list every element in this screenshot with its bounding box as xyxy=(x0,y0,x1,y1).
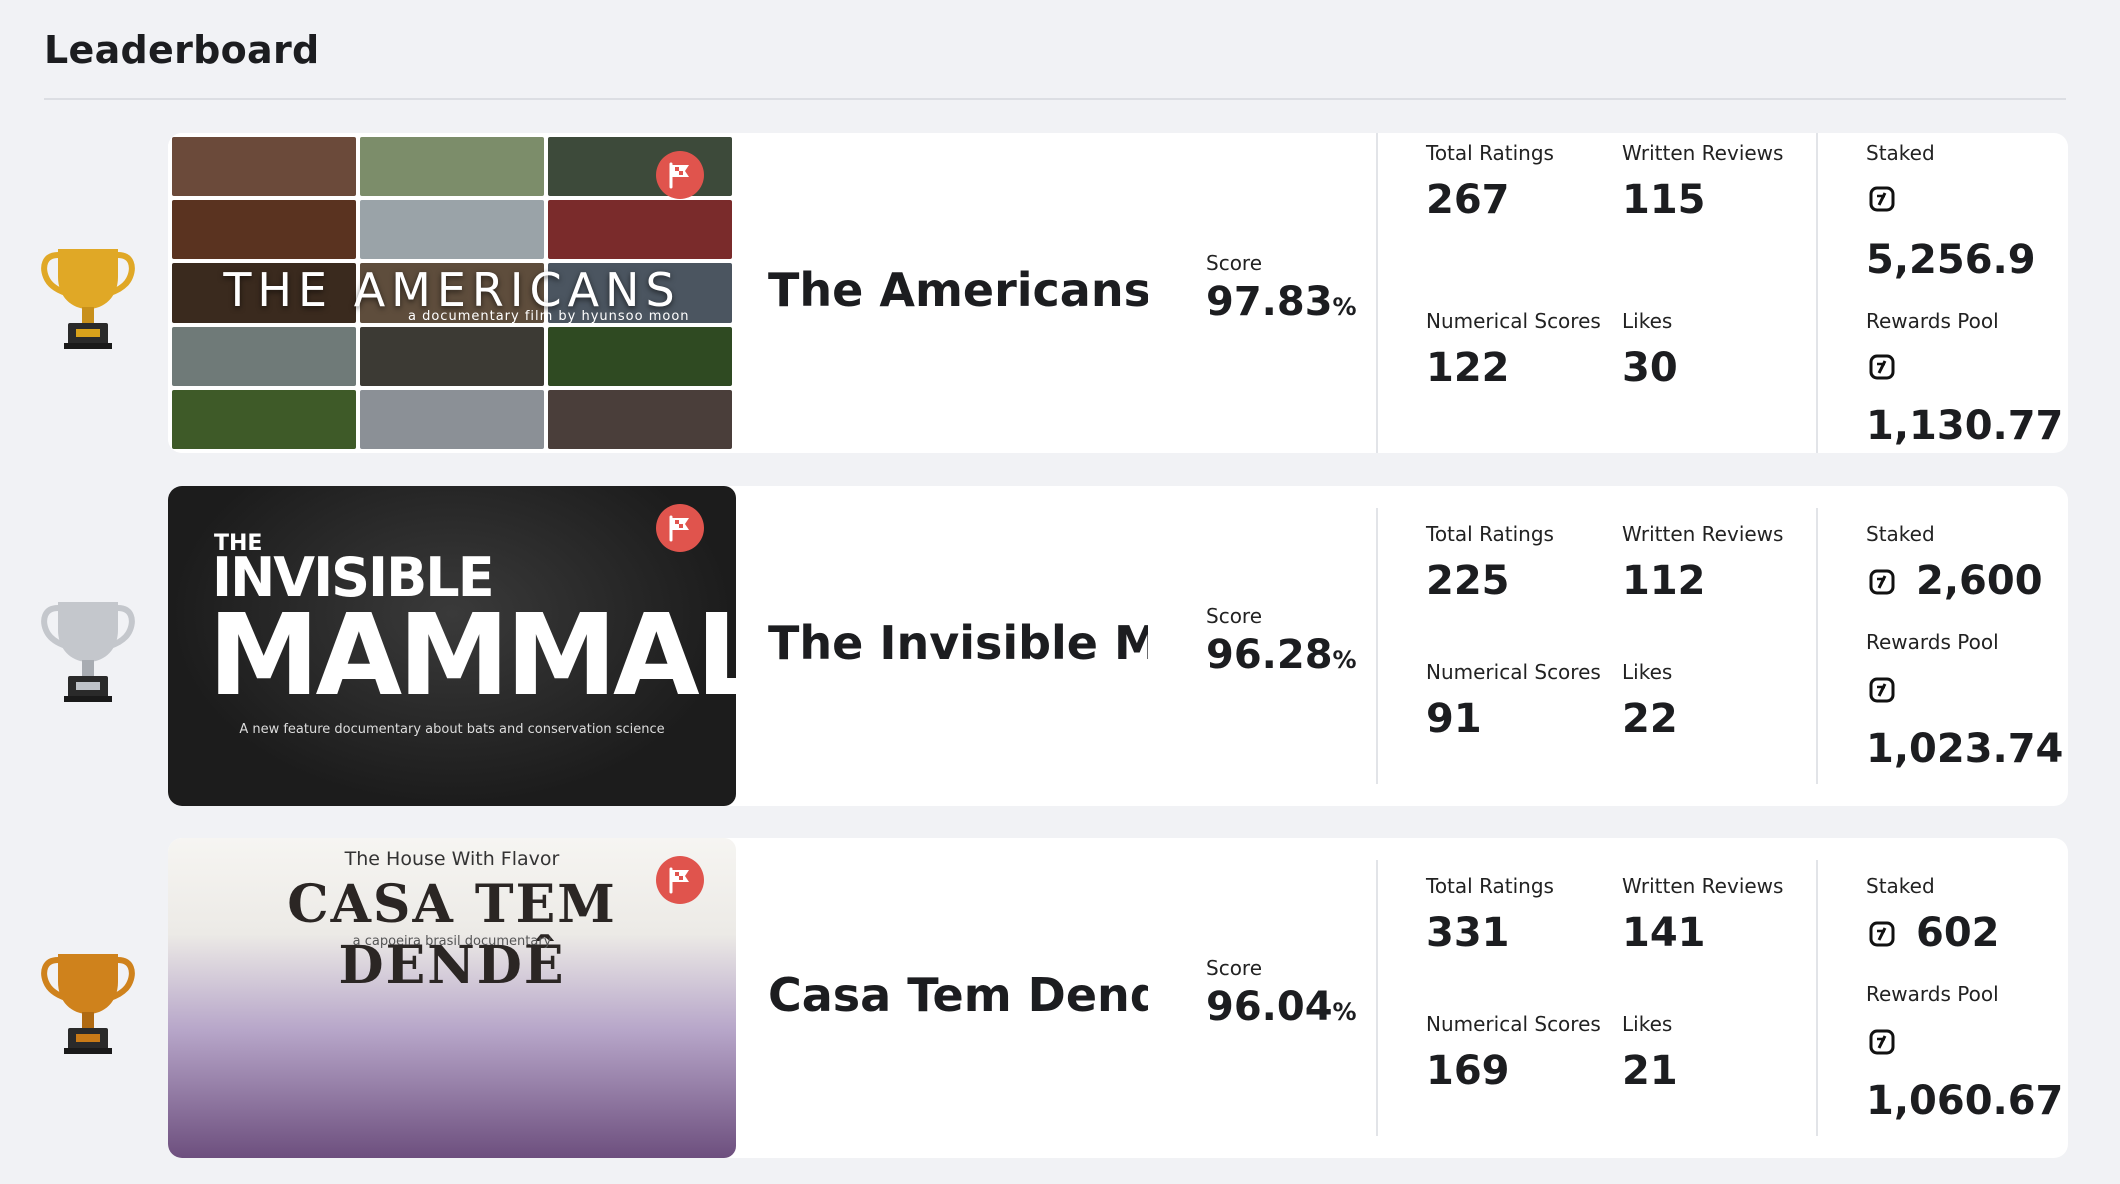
page-title: Leaderboard xyxy=(44,28,320,72)
score-number: 97.83 xyxy=(1206,279,1333,325)
report-flag-button[interactable] xyxy=(656,151,704,199)
poster-line2-text: MAMMAL xyxy=(208,591,736,721)
gold-trophy-icon xyxy=(41,249,135,349)
report-flag-button[interactable] xyxy=(656,504,704,552)
likes-value: 30 xyxy=(1622,345,1678,391)
percent-sign: % xyxy=(1332,998,1357,1026)
report-flag-button[interactable] xyxy=(656,856,704,904)
likes-label: Likes xyxy=(1622,660,1673,684)
column-divider xyxy=(1376,508,1378,784)
flag-icon xyxy=(669,867,689,894)
score-number: 96.04 xyxy=(1206,984,1333,1030)
poster-subtitle-text: a documentary film by hyunsoo moon xyxy=(408,309,690,324)
rewards-pool-value: 1,130.77 xyxy=(1866,403,2064,449)
leaderboard-row-1: THE AMERICANS a documentary film by hyun… xyxy=(0,133,2120,453)
column-divider xyxy=(1816,133,1818,453)
leaderboard-row-3: The House With Flavor CASA TEM DENDÊ a c… xyxy=(0,838,2120,1158)
movie-title[interactable]: The Americans xyxy=(768,263,1148,317)
total-ratings-label: Total Ratings xyxy=(1426,522,1554,546)
percent-sign: % xyxy=(1332,646,1357,674)
token-icon xyxy=(1869,569,1895,595)
rewards-pool-value: 1,023.74 xyxy=(1866,726,2064,772)
numerical-scores-label: Numerical Scores xyxy=(1426,309,1601,333)
likes-value: 22 xyxy=(1622,696,1678,742)
numerical-scores-value: 122 xyxy=(1426,345,1510,391)
score-value: 96.04% xyxy=(1206,984,1357,1030)
column-divider xyxy=(1816,860,1818,1136)
score-value: 97.83% xyxy=(1206,279,1357,325)
likes-value: 21 xyxy=(1622,1048,1678,1094)
likes-label: Likes xyxy=(1622,1012,1673,1036)
staked-label: Staked xyxy=(1866,141,1935,165)
staked-value: 2,600 xyxy=(1916,558,2043,604)
numerical-scores-label: Numerical Scores xyxy=(1426,1012,1601,1036)
rewards-pool-value: 1,060.67 xyxy=(1866,1078,2064,1124)
flag-icon xyxy=(669,515,689,542)
numerical-scores-value: 91 xyxy=(1426,696,1482,742)
poster-sub-text: a capoeira brasil documentary xyxy=(352,934,552,949)
bronze-trophy-icon xyxy=(41,954,135,1054)
score-label: Score xyxy=(1206,956,1263,980)
total-ratings-value: 331 xyxy=(1426,910,1510,956)
header-divider xyxy=(44,98,2066,100)
token-icon xyxy=(1869,1029,1895,1055)
entry-card[interactable]: The House With Flavor CASA TEM DENDÊ a c… xyxy=(168,838,2068,1158)
likes-label: Likes xyxy=(1622,309,1673,333)
staked-value: 5,256.9 xyxy=(1866,237,2036,283)
poster-the-invisible-mammal[interactable]: THE INVISIBLE MAMMAL A new feature docum… xyxy=(168,486,736,806)
leaderboard-row-2: THE INVISIBLE MAMMAL A new feature docum… xyxy=(0,486,2120,806)
staked-label: Staked xyxy=(1866,522,1935,546)
flag-icon xyxy=(669,162,689,189)
poster-top-text: The House With Flavor xyxy=(344,848,560,870)
movie-title[interactable]: Casa Tem Dend... xyxy=(768,968,1148,1022)
total-ratings-value: 267 xyxy=(1426,177,1510,223)
score-value: 96.28% xyxy=(1206,632,1357,678)
written-reviews-value: 115 xyxy=(1622,177,1706,223)
score-label: Score xyxy=(1206,604,1263,628)
written-reviews-value: 112 xyxy=(1622,558,1706,604)
written-reviews-value: 141 xyxy=(1622,910,1706,956)
score-number: 96.28 xyxy=(1206,632,1333,678)
entry-card[interactable]: THE INVISIBLE MAMMAL A new feature docum… xyxy=(168,486,2068,806)
poster-casa-tem-dende[interactable]: The House With Flavor CASA TEM DENDÊ a c… xyxy=(168,838,736,1158)
total-ratings-value: 225 xyxy=(1426,558,1510,604)
rewards-pool-label: Rewards Pool xyxy=(1866,630,1999,654)
staked-value: 602 xyxy=(1916,910,2000,956)
column-divider xyxy=(1376,860,1378,1136)
column-divider xyxy=(1816,508,1818,784)
token-icon xyxy=(1869,677,1895,703)
column-divider xyxy=(1376,133,1378,453)
score-label: Score xyxy=(1206,251,1263,275)
written-reviews-label: Written Reviews xyxy=(1622,874,1784,898)
written-reviews-label: Written Reviews xyxy=(1622,141,1784,165)
movie-title[interactable]: The Invisible M... xyxy=(768,616,1148,670)
staked-label: Staked xyxy=(1866,874,1935,898)
poster-the-americans[interactable]: THE AMERICANS a documentary film by hyun… xyxy=(168,133,736,453)
silver-trophy-icon xyxy=(41,602,135,702)
token-icon xyxy=(1869,354,1895,380)
rewards-pool-label: Rewards Pool xyxy=(1866,309,1999,333)
rewards-pool-label: Rewards Pool xyxy=(1866,982,1999,1006)
poster-tagline-text: A new feature documentary about bats and… xyxy=(239,722,665,737)
numerical-scores-value: 169 xyxy=(1426,1048,1510,1094)
percent-sign: % xyxy=(1332,293,1357,321)
written-reviews-label: Written Reviews xyxy=(1622,522,1784,546)
total-ratings-label: Total Ratings xyxy=(1426,141,1554,165)
token-icon xyxy=(1869,921,1895,947)
entry-card[interactable]: THE AMERICANS a documentary film by hyun… xyxy=(168,133,2068,453)
token-icon xyxy=(1869,186,1895,212)
numerical-scores-label: Numerical Scores xyxy=(1426,660,1601,684)
total-ratings-label: Total Ratings xyxy=(1426,874,1554,898)
